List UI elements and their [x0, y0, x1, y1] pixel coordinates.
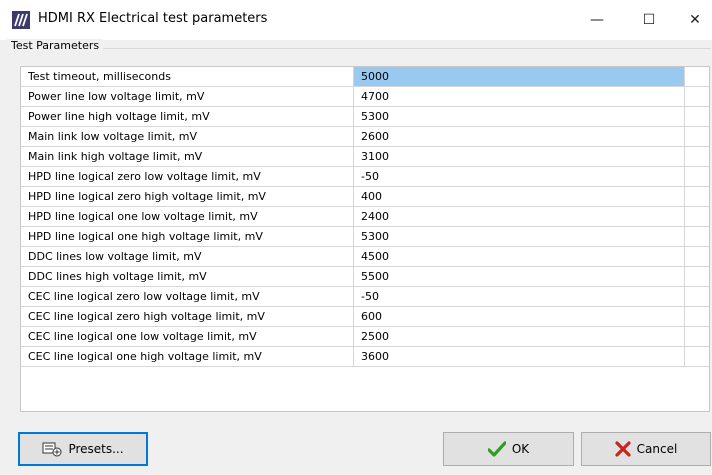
table-row[interactable]: Power line low voltage limit, mV 4700	[21, 87, 709, 107]
table-row[interactable]: Main link low voltage limit, mV 2600	[21, 127, 709, 147]
presets-icon	[42, 440, 62, 458]
cancel-label: Cancel	[636, 442, 678, 456]
parameter-name-cell: Power line low voltage limit, mV	[21, 87, 354, 107]
parameter-name-cell: Test timeout, milliseconds	[21, 67, 354, 87]
parameter-value-cell[interactable]: 400	[354, 187, 685, 207]
empty-cell	[685, 227, 709, 247]
empty-cell	[685, 247, 709, 267]
parameter-name-cell: HPD line logical zero low voltage limit,…	[21, 167, 354, 187]
minimize-button[interactable]: —	[574, 4, 620, 36]
title-bar[interactable]: HDMI RX Electrical test parameters — ☐ ✕	[0, 0, 712, 40]
parameter-value-cell[interactable]: 2400	[354, 207, 685, 227]
parameter-name-cell: Power line high voltage limit, mV	[21, 107, 354, 127]
parameter-value-cell[interactable]: 4700	[354, 87, 685, 107]
table-row[interactable]: HPD line logical one high voltage limit,…	[21, 227, 709, 247]
parameter-value-cell[interactable]: 4500	[354, 247, 685, 267]
parameter-name-cell: DDC lines low voltage limit, mV	[21, 247, 354, 267]
parameter-value-cell[interactable]: 5300	[354, 107, 685, 127]
parameter-name-cell: Main link high voltage limit, mV	[21, 147, 354, 167]
parameters-grid[interactable]: Test timeout, milliseconds 5000 Power line…	[20, 66, 710, 412]
empty-cell	[685, 147, 709, 167]
table-row[interactable]: DDC lines low voltage limit, mV 4500	[21, 247, 709, 267]
empty-cell	[685, 347, 709, 367]
presets-label: Presets...	[68, 442, 124, 456]
parameter-value-cell[interactable]: 5000	[354, 67, 685, 87]
parameter-name-cell: DDC lines high voltage limit, mV	[21, 267, 354, 287]
parameter-name-cell: HPD line logical zero high voltage limit…	[21, 187, 354, 207]
parameter-value-cell[interactable]: 2500	[354, 327, 685, 347]
minimize-icon: —	[590, 12, 604, 28]
parameter-name-cell: HPD line logical one low voltage limit, …	[21, 207, 354, 227]
empty-cell	[685, 87, 709, 107]
cancel-x-icon	[615, 441, 631, 457]
parameter-value-cell[interactable]: 5300	[354, 227, 685, 247]
parameter-value-cell[interactable]: 3100	[354, 147, 685, 167]
table-row[interactable]: Power line high voltage limit, mV 5300	[21, 107, 709, 127]
parameter-name-cell: CEC line logical zero high voltage limit…	[21, 307, 354, 327]
close-button[interactable]: ✕	[672, 4, 712, 36]
table-row[interactable]: CEC line logical zero high voltage limit…	[21, 307, 709, 327]
empty-cell	[685, 127, 709, 147]
table-row[interactable]: HPD line logical one low voltage limit, …	[21, 207, 709, 227]
dialog-window: HDMI RX Electrical test parameters — ☐ ✕…	[0, 0, 712, 475]
window-title: HDMI RX Electrical test parameters	[38, 11, 268, 26]
parameter-name-cell: HPD line logical one high voltage limit,…	[21, 227, 354, 247]
empty-cell	[685, 307, 709, 327]
presets-button[interactable]: Presets...	[18, 432, 148, 466]
parameter-value-cell[interactable]: 2600	[354, 127, 685, 147]
empty-cell	[685, 67, 709, 87]
empty-cell	[685, 107, 709, 127]
cancel-button[interactable]: Cancel	[581, 432, 711, 466]
maximize-icon: ☐	[642, 12, 656, 28]
parameter-value-cell[interactable]: 600	[354, 307, 685, 327]
ok-button[interactable]: OK	[443, 432, 574, 466]
parameter-name-cell: CEC line logical one high voltage limit,…	[21, 347, 354, 367]
parameter-value-cell[interactable]: 5500	[354, 267, 685, 287]
ok-label: OK	[511, 442, 530, 456]
parameter-name-cell: CEC line logical one low voltage limit, …	[21, 327, 354, 347]
table-row[interactable]: HPD line logical zero low voltage limit,…	[21, 167, 709, 187]
table-row[interactable]: HPD line logical zero high voltage limit…	[21, 187, 709, 207]
empty-cell	[685, 287, 709, 307]
parameter-value-cell[interactable]: -50	[354, 167, 685, 187]
empty-cell	[685, 207, 709, 227]
parameter-value-cell[interactable]: -50	[354, 287, 685, 307]
parameter-name-cell: CEC line logical zero low voltage limit,…	[21, 287, 354, 307]
close-icon: ✕	[689, 12, 701, 28]
table-row[interactable]: CEC line logical zero low voltage limit,…	[21, 287, 709, 307]
empty-cell	[685, 327, 709, 347]
empty-cell	[685, 187, 709, 207]
empty-cell	[685, 267, 709, 287]
group-label: Test Parameters	[7, 39, 104, 52]
parameter-name-cell: Main link low voltage limit, mV	[21, 127, 354, 147]
empty-cell	[685, 167, 709, 187]
table-row[interactable]: Test timeout, milliseconds 5000	[21, 67, 709, 87]
table-row[interactable]: DDC lines high voltage limit, mV 5500	[21, 267, 709, 287]
table-row[interactable]: Main link high voltage limit, mV 3100	[21, 147, 709, 167]
maximize-button[interactable]: ☐	[626, 4, 672, 36]
table-row[interactable]: CEC line logical one high voltage limit,…	[21, 347, 709, 367]
table-row[interactable]: CEC line logical one low voltage limit, …	[21, 327, 709, 347]
checkmark-icon	[487, 441, 506, 457]
hdmi-slashes-icon	[12, 11, 30, 29]
parameter-value-cell[interactable]: 3600	[354, 347, 685, 367]
